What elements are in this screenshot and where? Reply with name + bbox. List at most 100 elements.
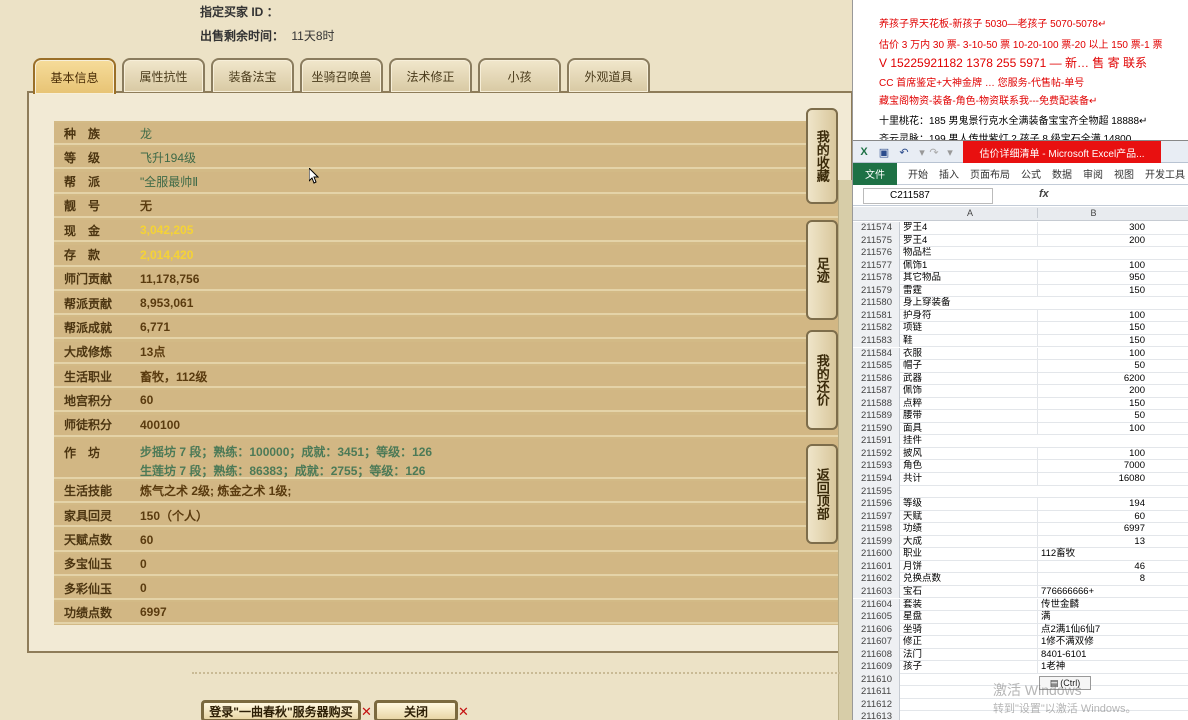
- cell-a[interactable]: 法门: [903, 649, 1037, 662]
- sheet-row[interactable]: 211599 大成 13: [853, 535, 1188, 549]
- cell-b[interactable]: 150: [1037, 334, 1149, 348]
- sheet-row[interactable]: 211585 帽子 50: [853, 360, 1188, 373]
- my-favorites-button[interactable]: 我的收藏: [806, 108, 838, 204]
- row-number[interactable]: 211575: [853, 234, 900, 248]
- cell-a[interactable]: 套装: [903, 599, 1037, 612]
- row-number[interactable]: 211602: [853, 573, 900, 586]
- cell-b[interactable]: 8401-6101: [1037, 648, 1149, 662]
- row-number[interactable]: 211596: [853, 498, 900, 511]
- row-number[interactable]: 211598: [853, 523, 900, 536]
- sheet-row[interactable]: 211584 衣服 100: [853, 347, 1188, 360]
- tab-attributes[interactable]: 属性抗性: [122, 58, 205, 92]
- cell-b[interactable]: 8: [1037, 573, 1149, 586]
- cell-a[interactable]: 等级: [903, 498, 1037, 511]
- row-number[interactable]: 211579: [853, 284, 900, 298]
- cell-b[interactable]: 200: [1037, 385, 1149, 398]
- sheet-row[interactable]: 211580 身上穿装备: [853, 297, 1188, 310]
- row-number[interactable]: 211590: [853, 422, 900, 436]
- ribbon-tab-view[interactable]: 视图: [1114, 166, 1134, 181]
- cell-a[interactable]: 天赋: [903, 511, 1037, 524]
- cell-a[interactable]: 身上穿装备: [903, 297, 1037, 310]
- row-number[interactable]: 211611: [853, 686, 900, 699]
- cell-a[interactable]: 罗王4: [903, 222, 1037, 235]
- row-number[interactable]: 211601: [853, 560, 900, 574]
- row-number[interactable]: 211594: [853, 473, 900, 486]
- cell-a[interactable]: 护身符: [903, 310, 1037, 323]
- cell-a[interactable]: 孩子: [903, 661, 1037, 674]
- sheet-row[interactable]: 211577 佩饰1 100: [853, 259, 1188, 273]
- name-box[interactable]: C211587: [863, 188, 993, 204]
- undo-icon[interactable]: ↶: [897, 145, 911, 159]
- tab-spell-correction[interactable]: 法术修正: [389, 58, 472, 92]
- cell-a[interactable]: 罗王4: [903, 235, 1037, 248]
- row-number[interactable]: 211595: [853, 485, 900, 499]
- sheet-row[interactable]: 211595: [853, 485, 1188, 499]
- cell-a[interactable]: 帽子: [903, 360, 1037, 373]
- sheet-row[interactable]: 211579 雷霆 150: [853, 284, 1188, 298]
- ribbon-tab-developer[interactable]: 开发工具: [1145, 166, 1185, 181]
- sheet-row[interactable]: 211597 天赋 60: [853, 510, 1188, 524]
- row-number[interactable]: 211605: [853, 611, 900, 624]
- cell-a[interactable]: 其它物品: [903, 272, 1037, 285]
- row-number[interactable]: 211607: [853, 636, 900, 649]
- cell-a[interactable]: 兑换点数: [903, 573, 1037, 586]
- sheet-row[interactable]: 211594 共计 16080: [853, 473, 1188, 486]
- row-number[interactable]: 211574: [853, 222, 900, 235]
- cell-a[interactable]: 物品栏: [903, 247, 1037, 260]
- back-to-top-button[interactable]: 返回顶部: [806, 444, 838, 544]
- row-number[interactable]: 211587: [853, 385, 900, 398]
- ribbon-tab-review[interactable]: 审阅: [1083, 166, 1103, 181]
- cell-b[interactable]: 300: [1037, 222, 1149, 235]
- cell-a[interactable]: 佩饰1: [903, 260, 1037, 273]
- row-number[interactable]: 211603: [853, 585, 900, 599]
- cell-b[interactable]: 传世金麟: [1037, 598, 1149, 611]
- cell-b[interactable]: 46: [1037, 560, 1149, 574]
- sheet-row[interactable]: 211582 项链 150: [853, 322, 1188, 335]
- cell-a[interactable]: 职业: [903, 548, 1037, 561]
- row-number[interactable]: 211612: [853, 698, 900, 712]
- cell-b[interactable]: 112畜牧: [1037, 548, 1149, 561]
- cell-a[interactable]: 星盘: [903, 611, 1037, 624]
- sheet-row[interactable]: 211576 物品栏: [853, 247, 1188, 260]
- cell-a[interactable]: 武器: [903, 373, 1037, 386]
- sheet-row[interactable]: 211578 其它物品 950: [853, 272, 1188, 285]
- cell-b[interactable]: 点2满1仙6仙7: [1037, 623, 1149, 637]
- ribbon-tab-data[interactable]: 数据: [1052, 166, 1072, 181]
- row-number[interactable]: 211593: [853, 460, 900, 473]
- tab-basic-info[interactable]: 基本信息: [33, 58, 116, 94]
- row-number[interactable]: 211608: [853, 648, 900, 662]
- cell-a[interactable]: 功绩: [903, 523, 1037, 536]
- sheet-row[interactable]: 211607 修正 1修不满双修: [853, 636, 1188, 649]
- cell-b[interactable]: 150: [1037, 322, 1149, 335]
- sheet-row[interactable]: 211587 佩饰 200: [853, 385, 1188, 398]
- sheet-row[interactable]: 211588 点粹 150: [853, 397, 1188, 411]
- cell-b[interactable]: 1修不满双修: [1037, 636, 1149, 649]
- dropdown-icon[interactable]: ▾: [943, 145, 957, 159]
- cell-a[interactable]: 坐骑: [903, 624, 1037, 637]
- my-bargain-button[interactable]: 我的还价: [806, 330, 838, 430]
- sheet-row[interactable]: 211601 月饼 46: [853, 560, 1188, 574]
- cell-b[interactable]: 1老神: [1037, 661, 1149, 674]
- sheet-grid[interactable]: 211574 罗王4 300 211575 罗王4 200 211576 物品栏 211577 佩…: [853, 222, 1188, 720]
- sheet-row[interactable]: 211575 罗王4 200: [853, 234, 1188, 248]
- cell-b[interactable]: 150: [1037, 284, 1149, 298]
- row-number[interactable]: 211578: [853, 272, 900, 285]
- row-number[interactable]: 211600: [853, 548, 900, 561]
- cell-b[interactable]: 6997: [1037, 523, 1149, 536]
- ribbon-tab-page-layout[interactable]: 页面布局: [970, 166, 1010, 181]
- tab-appearance[interactable]: 外观道具: [567, 58, 650, 92]
- ribbon-tab-home[interactable]: 开始: [908, 166, 928, 181]
- close-button[interactable]: 关闭: [374, 700, 458, 720]
- sheet-row[interactable]: 211600 职业 112畜牧: [853, 548, 1188, 561]
- row-number[interactable]: 211585: [853, 360, 900, 373]
- cell-b[interactable]: 200: [1037, 234, 1149, 248]
- cell-a[interactable]: 月饼: [903, 561, 1037, 574]
- row-number[interactable]: 211592: [853, 447, 900, 461]
- sheet-row[interactable]: 211581 护身符 100: [853, 309, 1188, 323]
- cell-a[interactable]: 大成: [903, 536, 1037, 549]
- row-number[interactable]: 211597: [853, 510, 900, 524]
- column-header-b[interactable]: B: [1037, 208, 1149, 218]
- cell-b[interactable]: 100: [1037, 347, 1149, 360]
- footprint-button[interactable]: 足迹: [806, 220, 838, 320]
- row-number[interactable]: 211609: [853, 661, 900, 674]
